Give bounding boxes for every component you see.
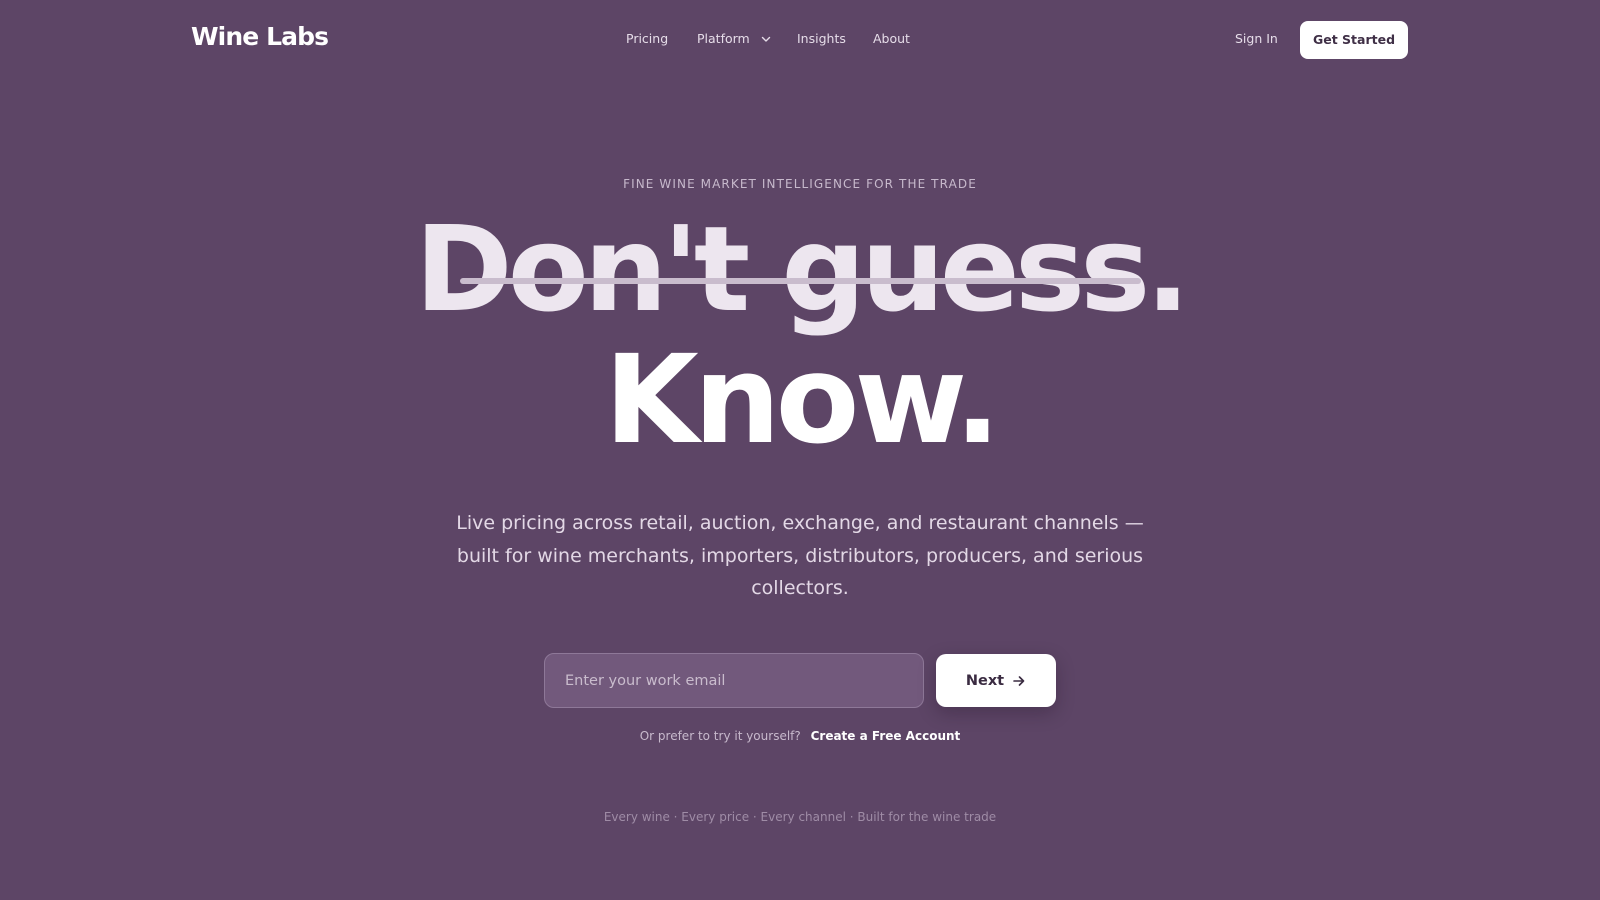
hero-eyebrow: FINE WINE MARKET INTELLIGENCE FOR THE TR… bbox=[623, 177, 977, 191]
nav-pricing[interactable]: Pricing bbox=[626, 30, 668, 48]
hero-subtitle: Live pricing across retail, auction, exc… bbox=[456, 512, 1144, 599]
nav-about[interactable]: About bbox=[873, 30, 910, 48]
nav-platform-label: Platform bbox=[697, 31, 750, 46]
headline-main: Know. bbox=[604, 329, 1000, 471]
nav-about-label: About bbox=[873, 31, 910, 46]
next-button-label: Next bbox=[965, 672, 1005, 689]
get-started-button[interactable]: Get Started bbox=[1300, 21, 1408, 59]
alt-prompt: Or prefer to try it yourself? bbox=[639, 729, 801, 743]
create-free-account-link[interactable]: Create a Free Account bbox=[811, 729, 961, 743]
footer-tagline: Every wine · Every price · Every channel… bbox=[603, 810, 997, 824]
nav-insights-label: Insights bbox=[797, 31, 846, 46]
nav-platform-dropdown[interactable]: Platform bbox=[697, 30, 772, 48]
email-input[interactable] bbox=[544, 653, 924, 708]
headline-struck: Don't guess. bbox=[414, 200, 1190, 338]
arrow-right-icon bbox=[1013, 675, 1025, 686]
site-header: Wine Labs Pricing Platform Insights Abou… bbox=[0, 0, 1600, 80]
strikethrough-line bbox=[460, 278, 1141, 284]
nav-pricing-label: Pricing bbox=[626, 31, 669, 46]
alt-signup-row: Or prefer to try it yourself? Create a F… bbox=[0, 728, 1600, 744]
chevron-down-icon bbox=[761, 36, 770, 42]
nav-insights[interactable]: Insights bbox=[797, 30, 846, 48]
sign-in-link[interactable]: Sign In bbox=[1235, 30, 1278, 48]
next-button[interactable]: Next bbox=[936, 654, 1056, 707]
